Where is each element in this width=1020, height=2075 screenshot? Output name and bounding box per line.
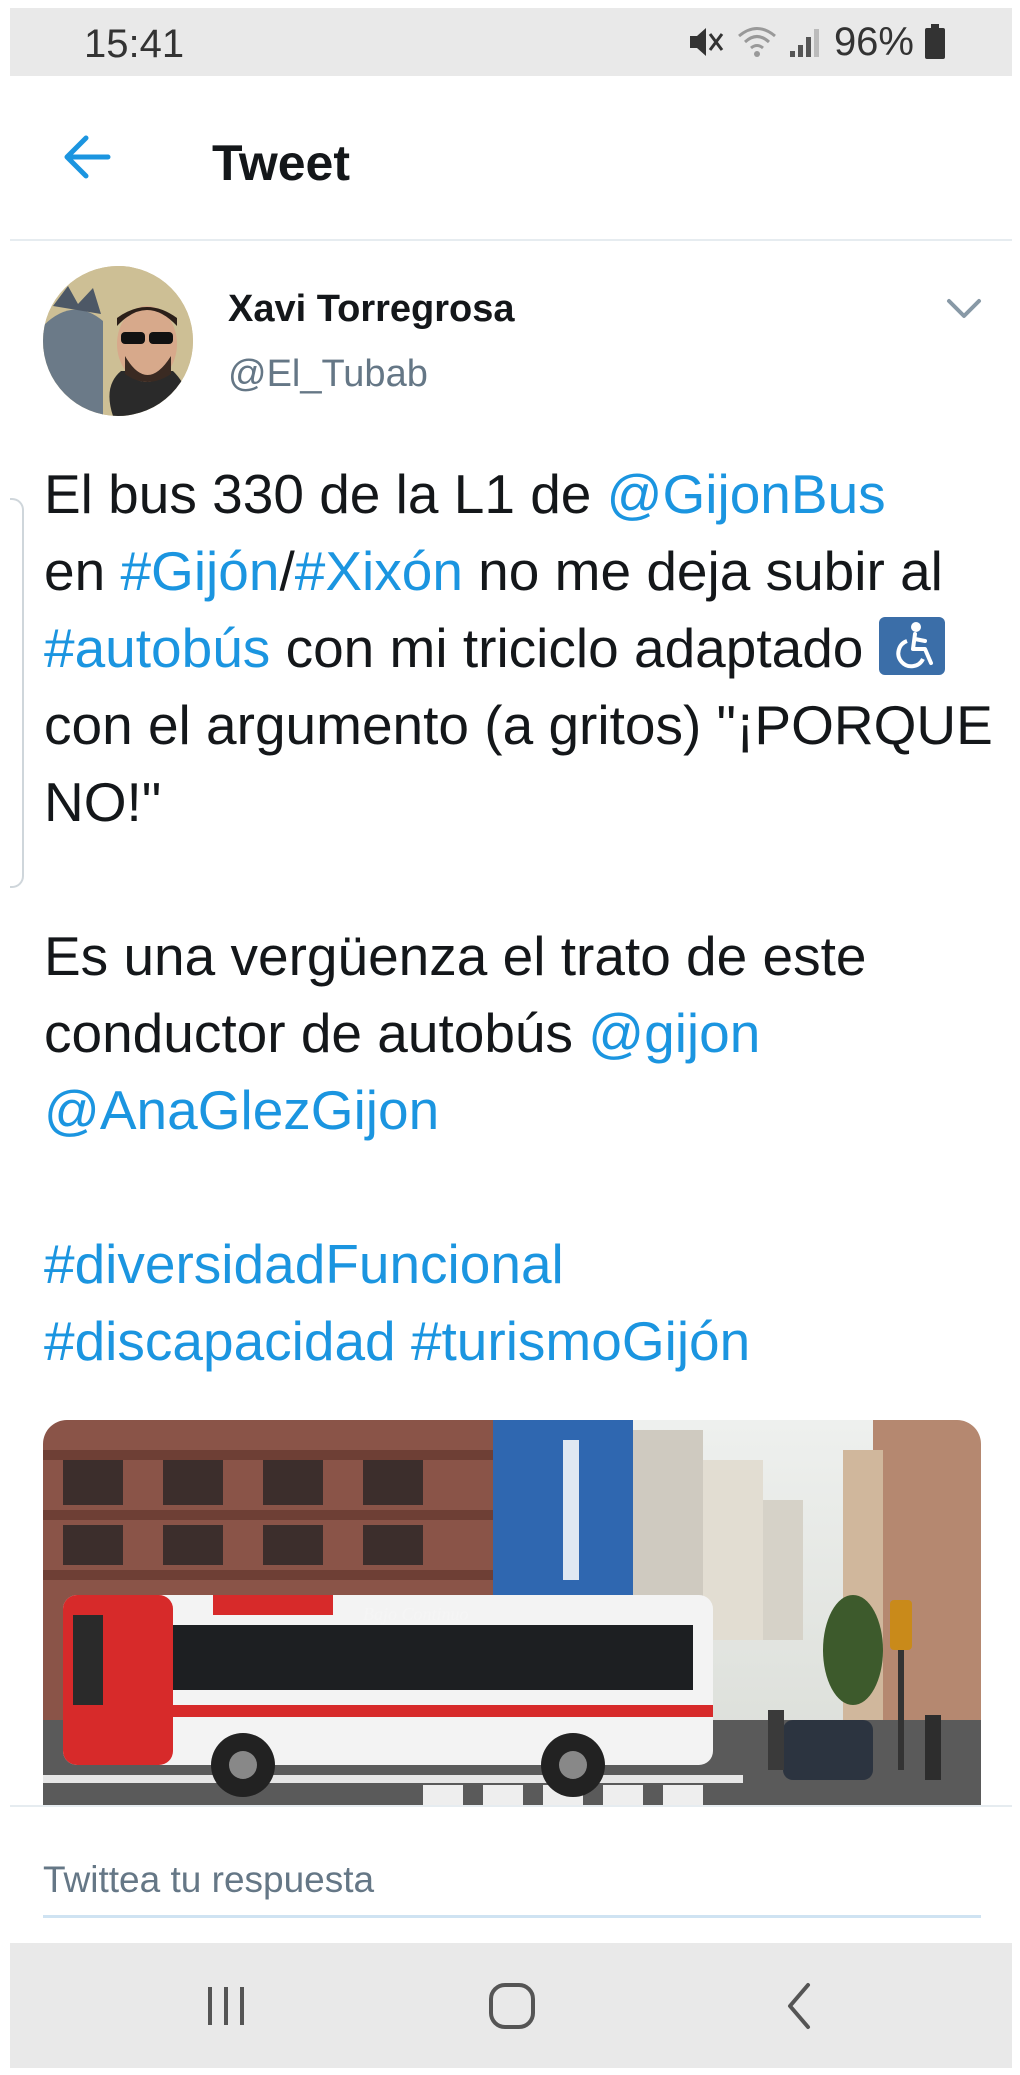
signal-icon xyxy=(789,29,819,57)
battery-icon xyxy=(925,24,945,59)
home-icon[interactable] xyxy=(482,1979,542,2033)
author-handle[interactable]: @El_Tubab xyxy=(228,353,428,396)
reply-input[interactable] xyxy=(43,1845,981,1918)
hashtag-turismogijon[interactable]: #turismoGijón xyxy=(411,1310,750,1372)
system-nav-bar xyxy=(10,1943,1012,2068)
tweet-paragraph-1: El bus 330 de la L1 de @GijonBus en #Gij… xyxy=(44,456,1004,841)
screen: 15:41 96% Tweet Xavi Torregrosa @El_Tuba… xyxy=(10,8,1012,2068)
hashtag-discapacidad[interactable]: #discapacidad xyxy=(44,1310,396,1372)
tweet-paragraph-2: Es una vergüenza el trato de este conduc… xyxy=(44,918,1004,1149)
chevron-down-icon[interactable] xyxy=(946,296,982,322)
arrow-left-icon[interactable] xyxy=(62,134,112,180)
status-bar: 15:41 96% xyxy=(10,8,1012,76)
recent-apps-icon[interactable] xyxy=(196,1979,256,2033)
mention-gijon[interactable]: @gijon xyxy=(588,1002,760,1064)
mention-anaglezgijon[interactable]: @AnaGlezGijon xyxy=(44,1079,439,1141)
wifi-icon xyxy=(737,27,776,57)
back-icon[interactable] xyxy=(770,1979,830,2033)
mute-icon xyxy=(689,28,724,56)
battery-percent: 96% xyxy=(833,19,914,64)
tweet-text-span: no me deja subir al xyxy=(462,540,943,602)
svg-text:Bajo Continuo: Bajo Continuo xyxy=(363,1604,469,1624)
tweet-paragraph-3: #diversidadFuncional #discapacidad #turi… xyxy=(44,1226,1004,1380)
wheelchair-icon xyxy=(878,617,945,675)
reply-bar xyxy=(10,1805,1012,1947)
edge-handle[interactable] xyxy=(10,498,24,888)
avatar[interactable] xyxy=(43,266,193,416)
hashtag-xixon[interactable]: #Xixón xyxy=(295,540,463,602)
status-icons: 96% xyxy=(688,20,946,64)
tweet-text-span: con mi triciclo adaptado xyxy=(270,617,879,679)
hashtag-diversidadfuncional[interactable]: #diversidadFuncional xyxy=(44,1233,564,1295)
tweet-text: El bus 330 de la L1 de @GijonBus en #Gij… xyxy=(44,456,1004,1380)
mention-gijonbus[interactable]: @GijonBus xyxy=(607,463,886,525)
status-time: 15:41 xyxy=(84,22,185,66)
hashtag-gijon[interactable]: #Gijón xyxy=(120,540,279,602)
author-name[interactable]: Xavi Torregrosa xyxy=(228,288,515,331)
tweet-text-span: El bus 330 de la L1 de xyxy=(44,463,607,525)
tweet-photo[interactable]: Bajo Continuo xyxy=(43,1420,981,1806)
tweet-text-span: en xyxy=(44,540,121,602)
hashtag-autobus[interactable]: #autobús xyxy=(44,617,270,679)
bus-lettering: Bajo Continuo xyxy=(363,1604,469,1624)
tweet-text-span: / xyxy=(279,540,295,602)
page-title: Tweet xyxy=(212,135,350,191)
app-header: Tweet xyxy=(10,76,1012,241)
tweet-text-span: con el argumento (a gritos) "¡PORQUE NO!… xyxy=(44,694,993,833)
